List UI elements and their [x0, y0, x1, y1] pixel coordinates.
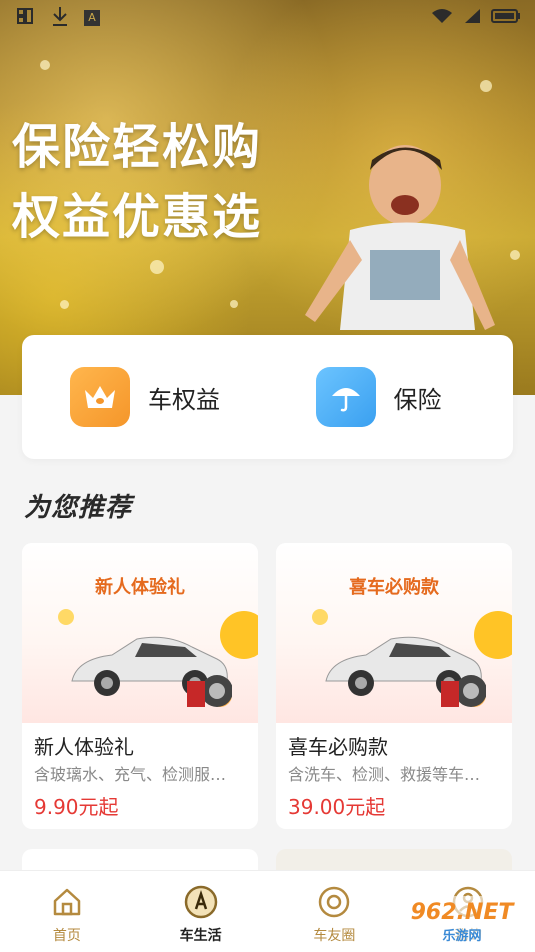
car-life-icon: [184, 885, 218, 919]
wifi-icon: [431, 8, 453, 28]
watermark-brand: 962.NET: [410, 900, 514, 925]
product-name: 喜车必购款: [288, 735, 388, 759]
hero-title-line: 权益优惠选: [12, 189, 263, 245]
hero-title: 保险轻松购 权益优惠选: [12, 112, 262, 252]
product-card[interactable]: 新人体验礼 新人体验礼 含玻璃水、充气、检测服… 9.90元起: [22, 543, 258, 829]
font-icon: A: [84, 10, 100, 26]
product-name: 新人体验礼: [34, 735, 134, 759]
sparkle: [60, 300, 69, 309]
product-desc: 含玻璃水、充气、检测服…: [34, 765, 227, 784]
watermark-name: 乐游网: [442, 929, 482, 944]
download-icon: [50, 5, 70, 32]
sparkle: [480, 80, 492, 92]
sparkle: [40, 60, 50, 70]
product-banner: 喜车必购款: [276, 543, 512, 723]
tab-label: 车生活: [179, 928, 222, 944]
service-label: 保险: [393, 385, 442, 414]
product-banner: 新人体验礼: [22, 543, 258, 723]
status-bar: A: [0, 0, 535, 36]
tab-home[interactable]: 首页: [0, 871, 134, 952]
hero-title-line: 保险轻松购: [12, 119, 263, 175]
car-image: [325, 636, 486, 707]
battery-icon: [491, 8, 521, 28]
tab-label: 车友圈: [313, 928, 356, 944]
tab-car-life[interactable]: 车生活: [134, 871, 268, 952]
product-price: 39.00元起: [288, 795, 386, 819]
sparkle: [510, 250, 520, 260]
home-icon: [50, 885, 84, 919]
service-card: 车权益 保险: [22, 335, 513, 459]
crown-icon: [70, 367, 130, 427]
child-illustration: [305, 145, 495, 330]
signal-icon: [463, 8, 481, 28]
circle-icon: [317, 885, 351, 919]
service-insurance[interactable]: 保险: [268, 367, 514, 427]
tab-label: 首页: [52, 928, 81, 944]
umbrella-icon: [315, 367, 376, 427]
sparkle: [150, 260, 164, 274]
product-price: 9.90元起: [34, 795, 119, 819]
section-title: 为您推荐: [24, 493, 133, 523]
tab-circle[interactable]: 车友圈: [268, 871, 402, 952]
sparkle: [230, 300, 238, 308]
app-icon: [14, 5, 36, 32]
service-label: 车权益: [148, 385, 220, 414]
product-desc: 含洗车、检测、救援等车…: [288, 765, 481, 784]
service-car-benefits[interactable]: 车权益: [22, 367, 268, 427]
product-card[interactable]: 喜车必购款 喜车必购款 含洗车、检测、救援等车… 39.00元起: [276, 543, 512, 829]
site-watermark: 962.NET 乐游网: [395, 896, 529, 948]
car-image: [71, 636, 232, 707]
